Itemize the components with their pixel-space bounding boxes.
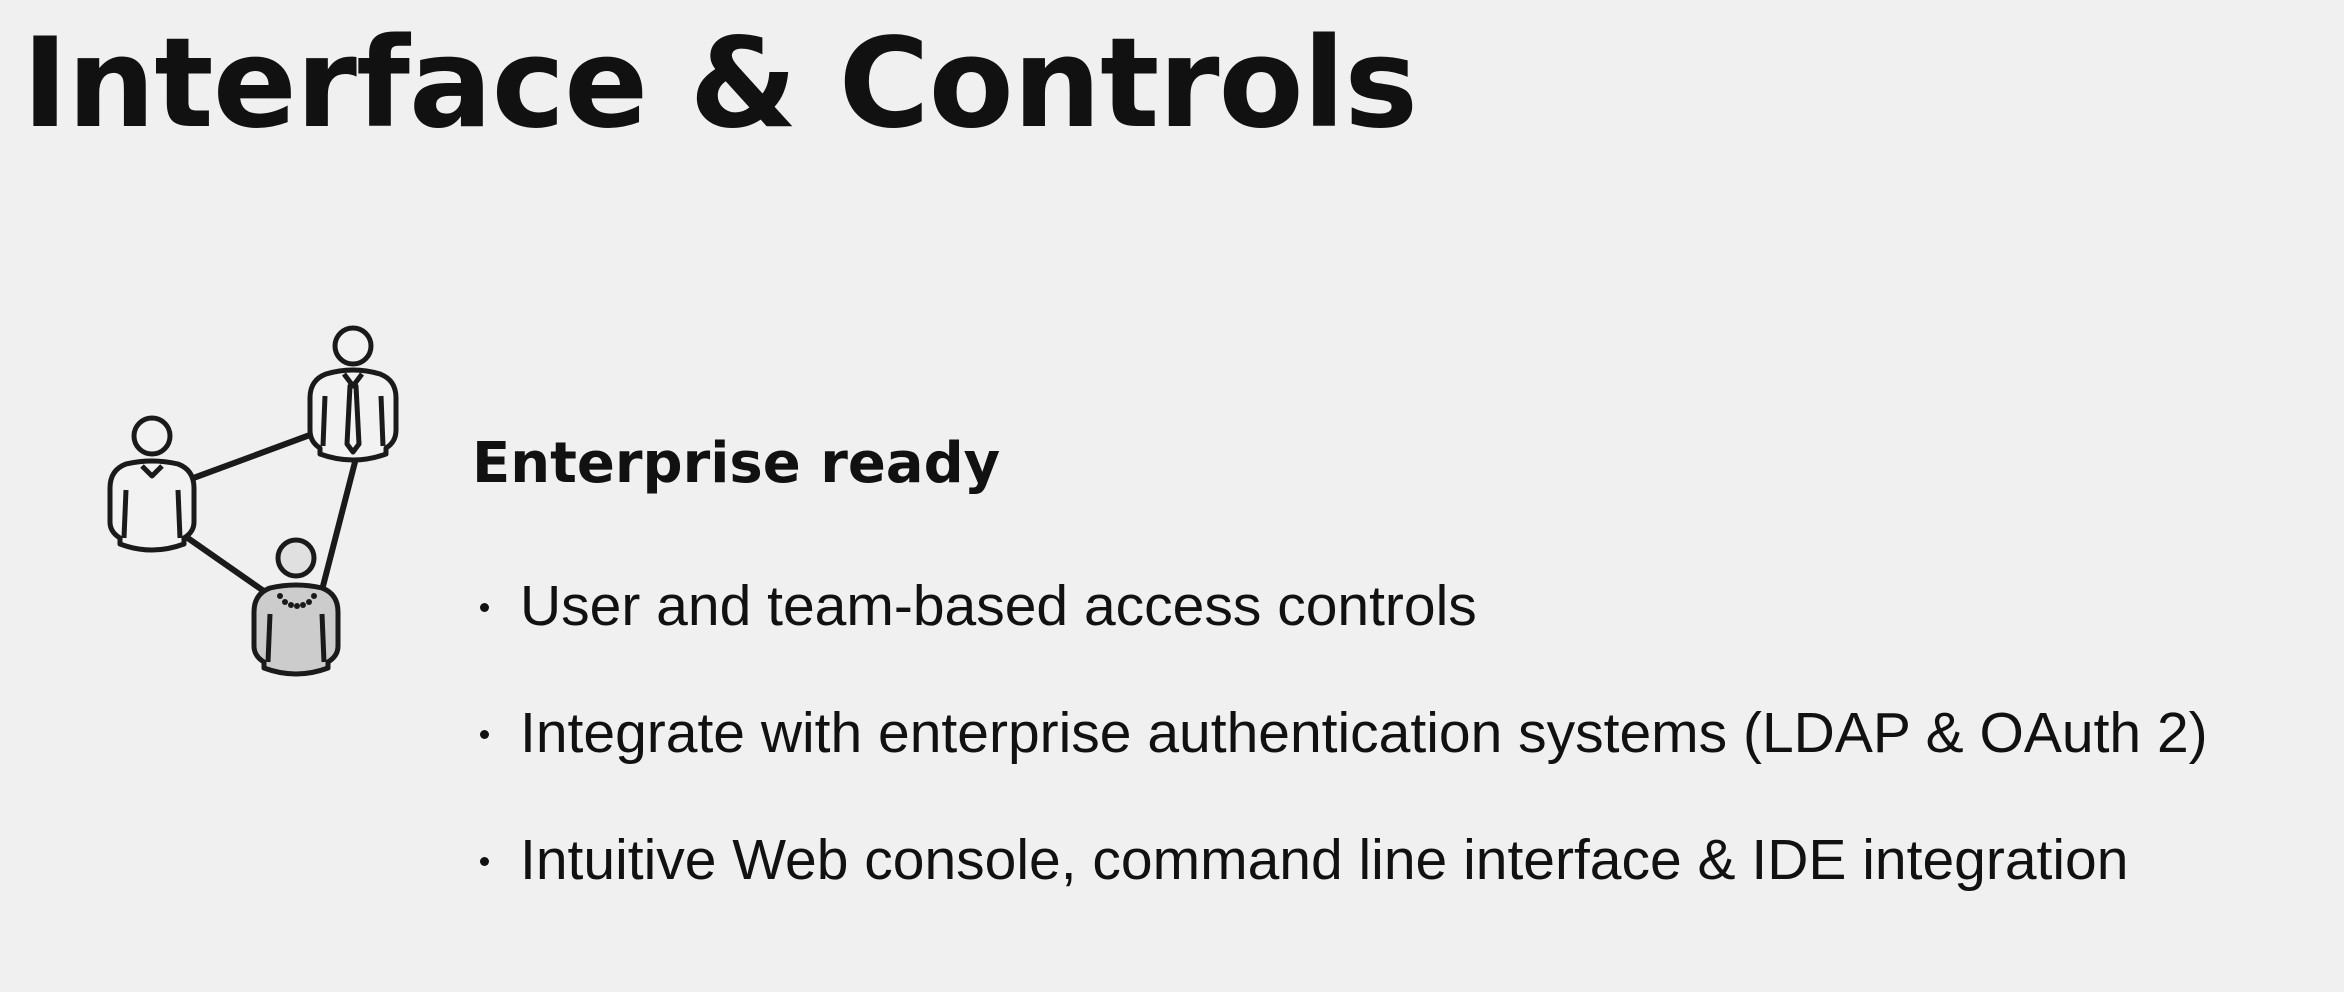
list-item-text: User and team-based access controls [520,574,1477,638]
list-item: Intuitive Web console, command line inte… [472,820,2208,947]
team-network-icon [100,318,410,688]
list-item: Integrate with enterprise authentication… [472,693,2208,820]
list-item-text: Intuitive Web console, command line inte… [520,828,2129,892]
person-icon-manager [307,325,399,463]
section-heading: Enterprise ready [472,431,1001,496]
slide-title: Interface & Controls [22,12,1418,156]
bullet-icon [480,603,489,612]
list-item-text: Integrate with enterprise authentication… [520,701,2208,765]
bullet-icon [480,857,489,866]
list-item: User and team-based access controls [472,566,2208,693]
person-icon-user [107,415,197,553]
bullet-icon [480,730,489,739]
feature-list: User and team-based access controls Inte… [472,566,2208,947]
